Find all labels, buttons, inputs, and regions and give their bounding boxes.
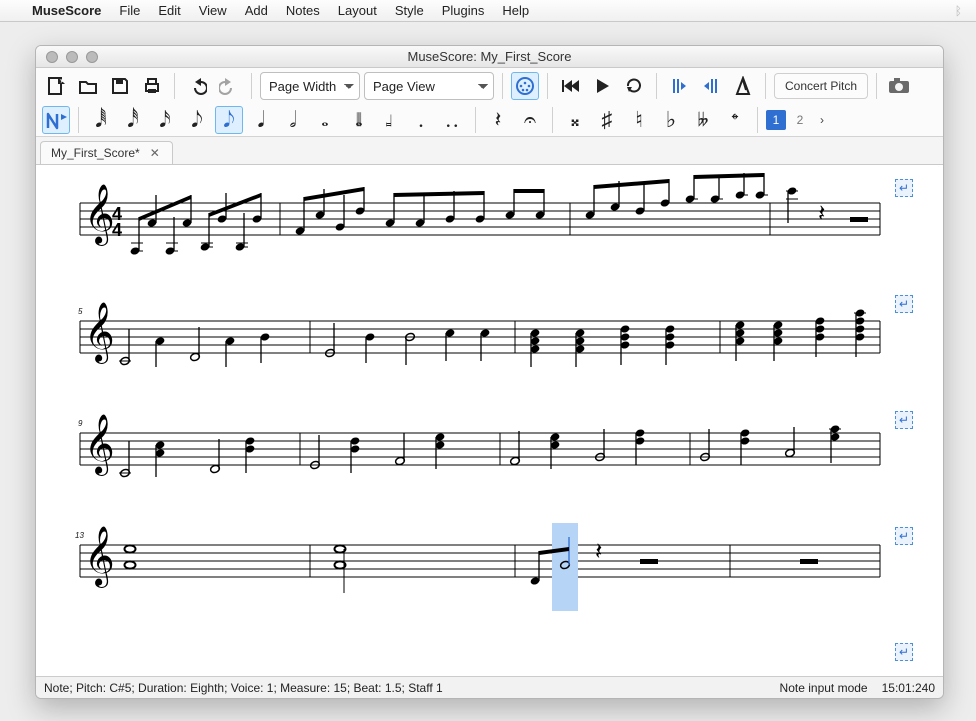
- menu-plugins[interactable]: Plugins: [442, 3, 485, 18]
- duration-16th[interactable]: 𝅘𝅥𝅯: [151, 106, 179, 134]
- system-break-icon: ↵: [895, 643, 913, 661]
- bluetooth-icon: ᛒ: [955, 4, 962, 18]
- duration-quarter[interactable]: 𝅘𝅥: [247, 106, 275, 134]
- voice-more[interactable]: ›: [814, 113, 830, 127]
- rest-button[interactable]: 𝄽: [484, 106, 512, 134]
- menu-view[interactable]: View: [199, 3, 227, 18]
- status-time: 15:01:240: [882, 681, 935, 695]
- double-dot-button[interactable]: ..: [439, 106, 467, 134]
- system-break-icon: ↵: [895, 527, 913, 545]
- open-button[interactable]: [74, 72, 102, 100]
- tab-strip: My_First_Score* ✕: [36, 137, 943, 165]
- double-flat-button[interactable]: 𝄫: [689, 106, 717, 134]
- system-break-icon: ↵: [895, 179, 913, 197]
- print-button[interactable]: [138, 72, 166, 100]
- window-close[interactable]: [46, 51, 58, 63]
- sharp-button[interactable]: ♯: [593, 106, 621, 134]
- image-capture-button[interactable]: [885, 72, 913, 100]
- voice-2[interactable]: 2: [790, 110, 810, 130]
- loop-in-button[interactable]: [665, 72, 693, 100]
- duration-8th[interactable]: 𝅘𝅥𝅮: [183, 106, 211, 134]
- menu-add[interactable]: Add: [245, 3, 268, 18]
- duration-breve[interactable]: 𝄁𝅝𝄁: [343, 106, 371, 134]
- status-bar: Note; Pitch: C#5; Duration: Eighth; Voic…: [36, 676, 943, 698]
- loop-button[interactable]: [620, 72, 648, 100]
- new-score-button[interactable]: ★: [42, 72, 70, 100]
- mac-menubar: MuseScore File Edit View Add Notes Layou…: [0, 0, 976, 22]
- score-canvas[interactable]: ↵ ↵ ↵ ↵ ↵ 5 9 13 𝄞: [36, 165, 943, 676]
- view-select[interactable]: Page View: [364, 72, 494, 100]
- rewind-button[interactable]: [556, 72, 584, 100]
- status-mode: Note input mode: [780, 681, 868, 695]
- menu-style[interactable]: Style: [395, 3, 424, 18]
- concert-pitch-button[interactable]: Concert Pitch: [774, 73, 868, 99]
- menu-notes[interactable]: Notes: [286, 3, 320, 18]
- loop-out-button[interactable]: [697, 72, 725, 100]
- window-zoom[interactable]: [86, 51, 98, 63]
- measure-number: 13: [75, 531, 84, 540]
- save-button[interactable]: [106, 72, 134, 100]
- undo-button[interactable]: [183, 72, 211, 100]
- status-left: Note; Pitch: C#5; Duration: Eighth; Voic…: [44, 681, 443, 695]
- tab-score[interactable]: My_First_Score* ✕: [40, 141, 173, 164]
- natural-button[interactable]: ♮: [625, 106, 653, 134]
- score-svg: 𝄞 4 4: [36, 165, 943, 676]
- double-sharp-button[interactable]: 𝄪: [561, 106, 589, 134]
- system-break-icon: ↵: [895, 411, 913, 429]
- tab-label: My_First_Score*: [51, 146, 140, 160]
- tie-button[interactable]: 𝄐: [516, 106, 544, 134]
- svg-text:4: 4: [112, 220, 122, 240]
- svg-text:★: ★: [59, 76, 66, 85]
- window-title: MuseScore: My_First_Score: [36, 49, 943, 64]
- duration-32nd[interactable]: 𝅘𝅥𝅰: [119, 106, 147, 134]
- note-input-toggle[interactable]: [42, 106, 70, 134]
- redo-button[interactable]: [215, 72, 243, 100]
- duration-8th-selected[interactable]: 𝅘𝅥𝅮: [215, 106, 243, 134]
- duration-whole[interactable]: 𝅝: [311, 106, 339, 134]
- menu-file[interactable]: File: [119, 3, 140, 18]
- zoom-select[interactable]: Page Width: [260, 72, 360, 100]
- app-window: MuseScore: My_First_Score ★: [35, 45, 944, 699]
- system-break-icon: ↵: [895, 295, 913, 313]
- voice-1[interactable]: 1: [766, 110, 786, 130]
- tab-close-button[interactable]: ✕: [148, 147, 162, 159]
- svg-text:𝄽: 𝄽: [818, 200, 825, 227]
- measure-number: 9: [78, 419, 82, 428]
- svg-text:𝄽: 𝄽: [595, 538, 602, 565]
- menubar-appname[interactable]: MuseScore: [32, 3, 101, 18]
- menu-edit[interactable]: Edit: [158, 3, 180, 18]
- dot-button[interactable]: .: [407, 106, 435, 134]
- toolbar: ★ Page Width Page View: [36, 68, 943, 137]
- flip-button[interactable]: 𝄌: [721, 106, 749, 134]
- titlebar: MuseScore: My_First_Score: [36, 46, 943, 68]
- flat-button[interactable]: ♭: [657, 106, 685, 134]
- metronome-button[interactable]: [729, 72, 757, 100]
- duration-64th[interactable]: 𝅘𝅥𝅱: [87, 106, 115, 134]
- window-minimize[interactable]: [66, 51, 78, 63]
- midi-button[interactable]: [511, 72, 539, 100]
- duration-longa[interactable]: 𝆷: [375, 106, 403, 134]
- duration-half[interactable]: 𝅗𝅥: [279, 106, 307, 134]
- menu-help[interactable]: Help: [502, 3, 529, 18]
- measure-number: 5: [78, 307, 82, 316]
- play-button[interactable]: [588, 72, 616, 100]
- menu-layout[interactable]: Layout: [338, 3, 377, 18]
